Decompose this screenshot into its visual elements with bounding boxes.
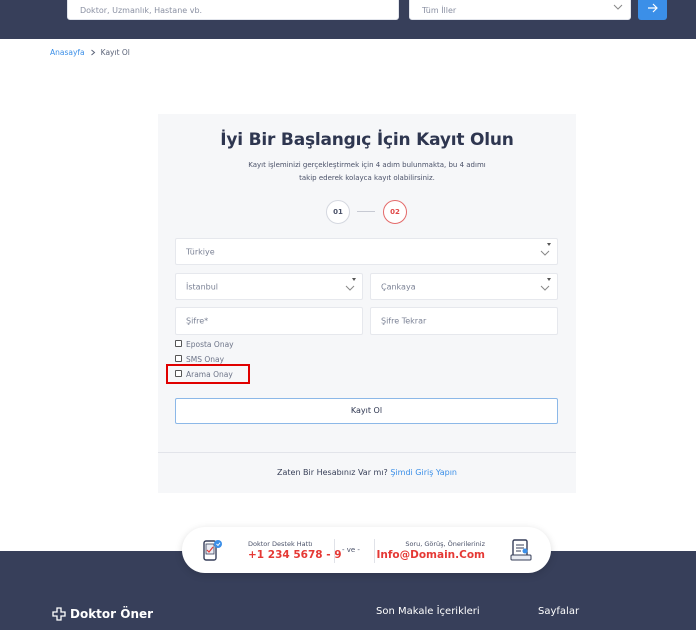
checkbox-box[interactable] bbox=[175, 339, 182, 347]
login-link[interactable]: Şimdi Giriş Yapın bbox=[390, 468, 457, 477]
form-subtitle-line2: takip ederek kolayca kayıt olabilirsiniz… bbox=[299, 174, 435, 182]
hotline-number[interactable]: +1 234 5678 - 9 bbox=[248, 549, 342, 561]
city-field-select[interactable]: İstanbul bbox=[175, 273, 363, 300]
email-consent-checkbox[interactable]: Eposta Onay bbox=[175, 337, 234, 352]
checkbox-label: SMS Onay bbox=[186, 355, 225, 364]
page-title: İyi Bir Başlangıç İçin Kayıt Olun bbox=[220, 130, 514, 150]
chevron-down-icon bbox=[540, 250, 550, 256]
divider bbox=[334, 539, 335, 563]
search-band: Doktor, Uzmanlık, Hastane vb. Tüm İller bbox=[0, 0, 696, 39]
checkbox-label: Eposta Onay bbox=[186, 340, 234, 349]
dropdown-caret-icon bbox=[547, 278, 551, 281]
chevron-right-icon bbox=[90, 49, 95, 56]
city-field-value: İstanbul bbox=[186, 282, 219, 291]
form-subtitle-line1: Kayıt işleminizi gerçekleştirmek için 4 … bbox=[248, 161, 486, 169]
step-2[interactable]: 02 bbox=[383, 200, 407, 224]
footer-logo[interactable]: Doktor Öner bbox=[52, 607, 153, 621]
register-button[interactable]: Kayıt Ol bbox=[175, 398, 558, 424]
logo-text: Doktor Öner bbox=[70, 607, 154, 621]
password-input[interactable]: Şifre* bbox=[175, 307, 363, 335]
footer-heading-articles: Son Makale İçerikleri bbox=[376, 606, 480, 617]
dropdown-caret-icon bbox=[352, 278, 356, 281]
step-connector bbox=[357, 211, 375, 212]
city-select-value: Tüm İller bbox=[422, 6, 457, 15]
footer-heading-pages: Sayfalar bbox=[538, 606, 580, 617]
chevron-down-icon bbox=[613, 4, 623, 10]
country-select-value: Türkiye bbox=[186, 247, 215, 256]
step-indicator: 01 02 bbox=[326, 200, 408, 224]
dropdown-caret-icon bbox=[547, 243, 551, 246]
district-select[interactable]: Çankaya bbox=[370, 273, 558, 300]
search-input[interactable]: Doktor, Uzmanlık, Hastane vb. bbox=[67, 0, 399, 20]
password-repeat-input[interactable]: Şifre Tekrar bbox=[370, 307, 558, 335]
password-placeholder: Şifre* bbox=[186, 316, 209, 326]
feedback-label: Soru, Görüş, Önerileriniz bbox=[405, 540, 485, 548]
chevron-down-icon bbox=[345, 285, 355, 291]
checkbox-box[interactable] bbox=[175, 354, 182, 362]
search-button[interactable] bbox=[638, 0, 667, 20]
logo-cross-icon bbox=[52, 607, 66, 621]
hotline-label: Doktor Destek Hattı bbox=[248, 540, 313, 548]
highlight-box bbox=[166, 364, 250, 384]
phone-support-icon bbox=[203, 540, 222, 561]
feedback-email[interactable]: Info@Domain.Com bbox=[376, 549, 485, 561]
breadcrumb-current: Kayıt Ol bbox=[100, 48, 130, 57]
breadcrumb-home-link[interactable]: Anasayfa bbox=[50, 48, 85, 57]
contact-pill: Doktor Destek Hattı +1 234 5678 - 9 - ve… bbox=[182, 527, 551, 573]
district-select-value: Çankaya bbox=[381, 282, 416, 291]
city-select[interactable]: Tüm İller bbox=[409, 0, 631, 20]
chevron-down-icon bbox=[540, 285, 550, 291]
password-repeat-placeholder: Şifre Tekrar bbox=[381, 316, 427, 326]
login-prompt-text: Zaten Bir Hesabınız Var mı? bbox=[277, 468, 388, 477]
arrow-right-icon bbox=[648, 3, 658, 13]
step-1[interactable]: 01 bbox=[326, 200, 350, 224]
register-card: İyi Bir Başlangıç İçin Kayıt Olun Kayıt … bbox=[158, 114, 576, 493]
divider bbox=[374, 539, 375, 563]
contact-separator: - ve - bbox=[342, 546, 360, 554]
breadcrumb: Anasayfa Kayıt Ol bbox=[50, 48, 130, 57]
feedback-document-icon bbox=[510, 539, 532, 561]
login-prompt: Zaten Bir Hesabınız Var mı? Şimdi Giriş … bbox=[158, 468, 576, 477]
country-select[interactable]: Türkiye bbox=[175, 238, 558, 265]
card-divider bbox=[158, 452, 576, 453]
form-subtitle: Kayıt işleminizi gerçekleştirmek için 4 … bbox=[228, 159, 506, 185]
